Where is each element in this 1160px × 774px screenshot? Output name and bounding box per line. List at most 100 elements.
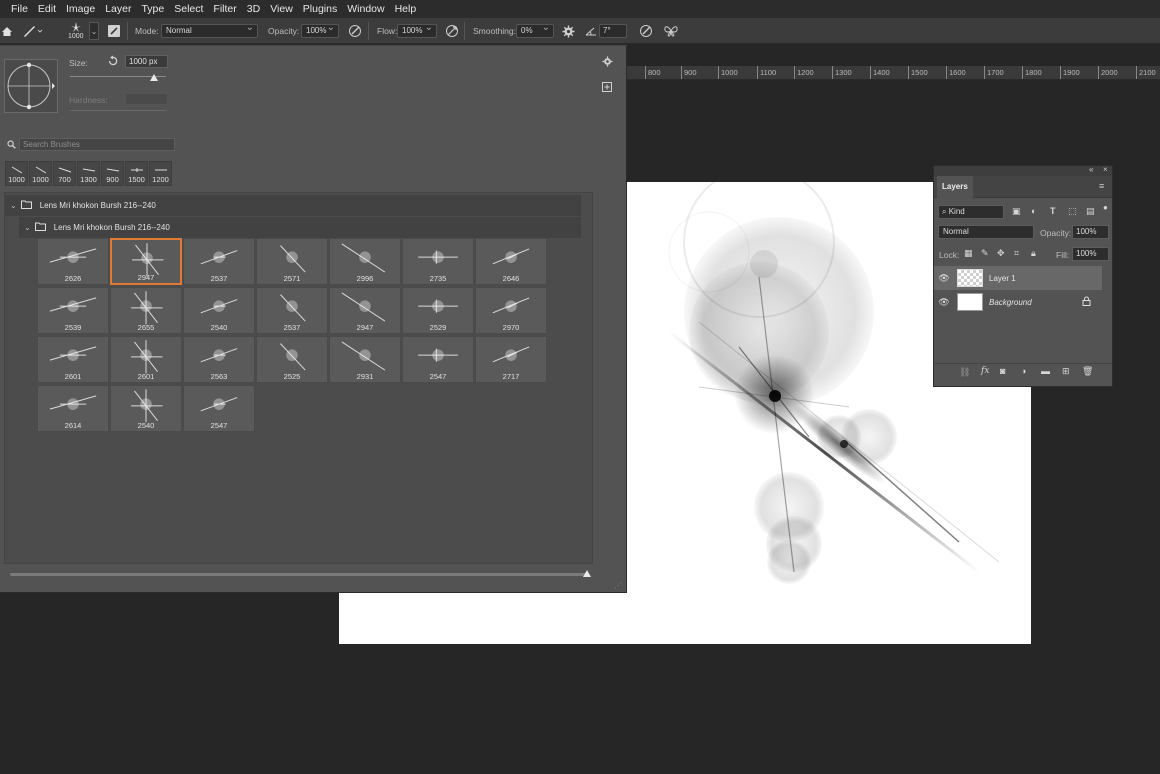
adjustment-layer-icon[interactable]: ◑ — [1021, 366, 1026, 376]
layer-filter-select[interactable]: ⌕ Kind — [938, 205, 1004, 219]
gear-icon[interactable] — [562, 18, 575, 44]
pressure-size-icon[interactable] — [639, 18, 653, 44]
menu-type[interactable]: Type — [136, 0, 169, 18]
brush-preset-cell[interactable]: 2529 — [402, 287, 474, 334]
eye-icon[interactable]: 👁︎ — [937, 297, 951, 308]
panel-menu-icon[interactable]: ≡ — [1099, 181, 1104, 191]
butterfly-icon[interactable] — [663, 18, 679, 44]
menu-file[interactable]: File — [6, 0, 33, 18]
brush-preset-cell[interactable]: 2539 — [37, 287, 109, 334]
recent-brush[interactable]: 1200 — [149, 161, 172, 186]
collapse-icon[interactable]: « — [1089, 165, 1093, 174]
menu-3d[interactable]: 3D — [242, 0, 265, 18]
folder-icon[interactable]: ▬ — [1041, 366, 1050, 376]
fx-icon[interactable]: fx — [981, 366, 989, 376]
layer-row-background[interactable]: 👁︎ Background — [937, 290, 1102, 314]
recent-brush[interactable]: 1300 — [77, 161, 100, 186]
tab-layers[interactable]: Layers — [937, 176, 973, 198]
reset-size-icon[interactable] — [107, 55, 119, 70]
brush-preset-list[interactable]: ⌄ Lens Mri khokon Bursh 216--240 ⌄ Lens … — [4, 192, 593, 564]
menu-filter[interactable]: Filter — [208, 0, 241, 18]
brush-tip-preview[interactable] — [4, 59, 58, 113]
pressure-opacity-icon[interactable] — [348, 18, 362, 44]
menu-view[interactable]: View — [265, 0, 298, 18]
horizontal-scrollbar[interactable] — [10, 573, 588, 576]
opacity-field[interactable]: 100% — [301, 22, 339, 38]
brush-settings-toggle-icon[interactable] — [107, 18, 121, 44]
close-icon[interactable]: × — [1103, 165, 1108, 174]
menu-image[interactable]: Image — [61, 0, 100, 18]
brush-preset-cell[interactable]: 2735 — [402, 238, 474, 285]
fill-field[interactable]: 100% — [1072, 247, 1109, 261]
lock-transparent-icon[interactable]: ▦ — [964, 248, 973, 259]
eye-icon[interactable]: 👁︎ — [937, 273, 951, 284]
search-brushes-input[interactable]: Search Brushes — [19, 138, 175, 151]
angle-field[interactable]: 7° — [599, 24, 627, 38]
brush-preset-cell[interactable]: 2655 — [110, 287, 182, 334]
lock-position-icon[interactable]: ✥ — [997, 248, 1005, 259]
brush-preset-cell[interactable]: 2601 — [37, 336, 109, 383]
image-filter-icon[interactable]: ▣ — [1012, 206, 1021, 217]
new-layer-icon[interactable]: ⊞ — [1062, 366, 1070, 377]
menu-plugins[interactable]: Plugins — [298, 0, 342, 18]
hardness-input[interactable] — [125, 93, 168, 105]
size-slider[interactable] — [70, 74, 166, 81]
lock-image-icon[interactable]: ✎ — [981, 248, 989, 259]
brush-preset-cell[interactable]: 2537 — [256, 287, 328, 334]
brush-preset-cell[interactable]: 2947 — [110, 238, 182, 285]
brush-tool-icon[interactable] — [22, 18, 44, 44]
brush-preset-cell[interactable]: 2646 — [475, 238, 547, 285]
brush-preset-cell[interactable]: 2947 — [329, 287, 401, 334]
brush-group[interactable]: ⌄ Lens Mri khokon Bursh 216--240 — [5, 195, 581, 216]
layer-opacity-field[interactable]: 100% — [1072, 225, 1109, 239]
brush-preset-cell[interactable]: 2547 — [402, 336, 474, 383]
adjustment-filter-icon[interactable]: ◐ — [1031, 206, 1036, 216]
menu-select[interactable]: Select — [169, 0, 208, 18]
brush-preset-cell[interactable]: 2931 — [329, 336, 401, 383]
brush-preset-cell[interactable]: 2540 — [183, 287, 255, 334]
hardness-slider[interactable] — [70, 110, 166, 111]
size-input[interactable]: 1000 px — [125, 55, 168, 68]
filter-toggle-icon[interactable]: ● — [1103, 203, 1108, 212]
brush-preset-cell[interactable]: 2563 — [183, 336, 255, 383]
brush-preset-cell[interactable]: 2571 — [256, 238, 328, 285]
size-slider-thumb-bottom[interactable] — [583, 570, 591, 577]
recent-brush[interactable]: 700 — [53, 161, 76, 186]
resize-grip-icon[interactable]: ⋰ — [614, 581, 622, 590]
blend-mode-select[interactable]: Normal — [938, 225, 1034, 239]
brush-preset-cell[interactable]: 2970 — [475, 287, 547, 334]
lock-artboard-icon[interactable]: ⌗ — [1014, 248, 1019, 259]
size-slider-thumb[interactable] — [150, 74, 159, 81]
brush-preset-cell[interactable]: 2547 — [183, 385, 255, 432]
gear-icon[interactable] — [602, 56, 613, 70]
smoothing-field[interactable]: 0% — [516, 22, 554, 38]
add-mask-icon[interactable]: ◙ — [1000, 366, 1005, 376]
menu-edit[interactable]: Edit — [33, 0, 61, 18]
brush-preset-cell[interactable]: 2996 — [329, 238, 401, 285]
brush-preset-cell[interactable]: 2540 — [110, 385, 182, 432]
brush-preset-picker[interactable]: 1000 — [68, 18, 84, 44]
brush-preset-cell[interactable]: 2601 — [110, 336, 182, 383]
chevron-down-icon[interactable]: ⌄ — [89, 22, 99, 40]
brush-preset-cell[interactable]: 2626 — [37, 238, 109, 285]
brush-preset-cell[interactable]: 2614 — [37, 385, 109, 432]
brush-preset-cell[interactable]: 2537 — [183, 238, 255, 285]
menu-layer[interactable]: Layer — [100, 0, 136, 18]
flow-field[interactable]: 100% — [397, 22, 437, 38]
trash-icon[interactable]: 🗑︎ — [1082, 366, 1093, 377]
shape-filter-icon[interactable]: ⬚ — [1068, 206, 1077, 217]
chevron-down-icon[interactable]: ⌄ — [10, 201, 17, 210]
type-filter-icon[interactable]: T — [1050, 206, 1056, 216]
menu-window[interactable]: Window — [342, 0, 389, 18]
layer-row-layer-1[interactable]: 👁︎ Layer 1 — [937, 266, 1102, 290]
home-icon[interactable] — [0, 18, 14, 44]
recent-brush[interactable]: 1000 — [29, 161, 52, 186]
recent-brush[interactable]: 1000 — [5, 161, 28, 186]
menu-help[interactable]: Help — [390, 0, 422, 18]
brush-preset-cell[interactable]: 2717 — [475, 336, 547, 383]
recent-brush[interactable]: 900 — [101, 161, 124, 186]
lock-icon[interactable]: 🔒︎ — [1031, 248, 1036, 259]
link-layers-icon[interactable]: ⛓︎ — [959, 367, 970, 378]
brush-preset-cell[interactable]: 2525 — [256, 336, 328, 383]
smart-object-filter-icon[interactable]: ▤ — [1086, 206, 1095, 217]
